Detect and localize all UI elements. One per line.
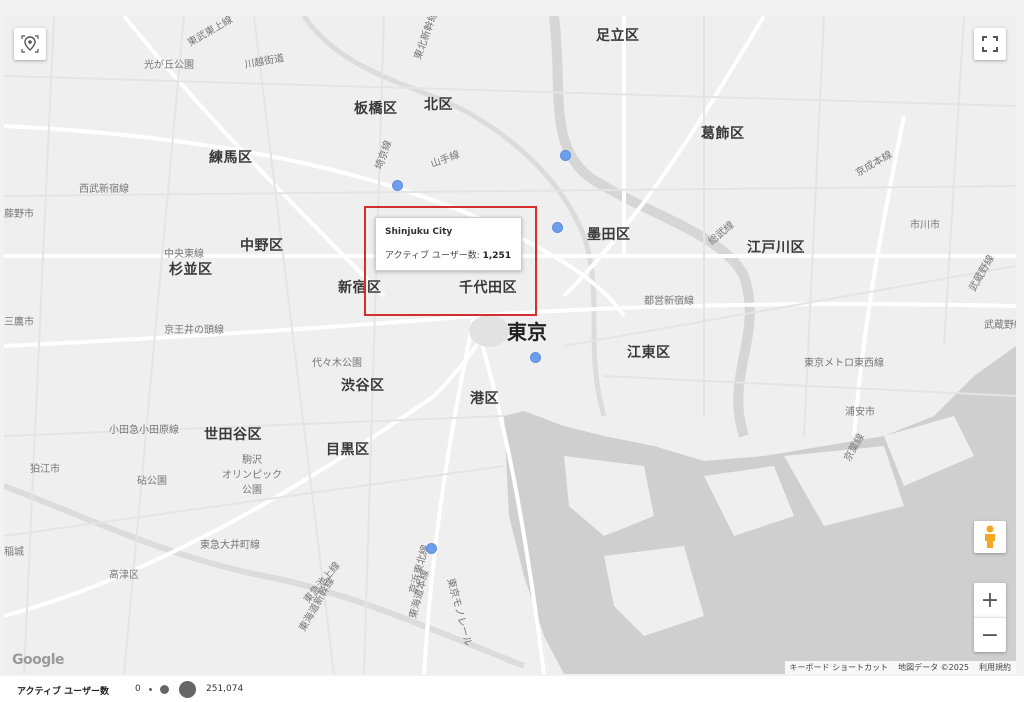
place-label: 代々木公園	[312, 358, 362, 369]
place-label: 光が丘公園	[144, 60, 194, 71]
legend-dot-large	[179, 681, 196, 698]
place-label: 狛江市	[30, 464, 60, 475]
place-label: 高津区	[109, 570, 139, 581]
google-logo: Google	[12, 652, 65, 668]
terms-link[interactable]: 利用規約	[974, 662, 1016, 673]
place-label: 東京	[507, 320, 547, 344]
place-label: 武蔵野線	[984, 320, 1016, 331]
place-label: 墨田区	[587, 227, 631, 243]
map-canvas[interactable]: 足立区 板橋区 北区 葛飾区 練馬区 中野区 杉並区 新宿区 千代田区 墨田区 江戸川区 江東区 渋谷区…	[4, 16, 1016, 674]
place-label: 砧公園	[137, 476, 167, 487]
place-label: 浦安市	[845, 407, 875, 418]
place-label: 西武新宿線	[79, 184, 129, 195]
place-label: 足立区	[596, 28, 640, 44]
zoom-in-label: +	[980, 587, 1000, 613]
place-label: 葛飾区	[701, 126, 745, 142]
place-label: 京王井の頭線	[164, 325, 224, 336]
street-view-button[interactable]	[974, 521, 1006, 553]
place-label: 市川市	[910, 220, 940, 231]
tooltip-highlight-box	[364, 206, 537, 316]
place-label: 練馬区	[209, 150, 253, 166]
fullscreen-button[interactable]	[974, 28, 1006, 60]
place-label: 都営新宿線	[644, 296, 694, 307]
zoom-out-label: −	[980, 622, 1000, 648]
place-label: 渋谷区	[341, 378, 385, 394]
place-label: 藤野市	[4, 209, 34, 220]
place-label: 中央東線	[164, 249, 204, 260]
legend-label: アクティブ ユーザー数	[17, 687, 109, 697]
map-marker[interactable]	[392, 180, 403, 191]
place-label: 東京メトロ東西線	[804, 358, 884, 369]
place-label: 港区	[470, 391, 499, 407]
place-label: 北区	[424, 97, 453, 113]
map-basemap	[4, 16, 1016, 674]
place-label: 江東区	[627, 345, 671, 361]
place-label: 江戸川区	[747, 240, 805, 256]
zoom-in-button[interactable]: +	[974, 583, 1006, 617]
map-data-text: 地図データ ©2025	[898, 663, 969, 672]
legend-dot-small	[149, 688, 152, 691]
place-label: 駒沢 オリンピック 公園	[222, 455, 282, 496]
legend-min: 0	[135, 684, 141, 694]
map-marker[interactable]	[560, 150, 571, 161]
fullscreen-icon	[982, 36, 998, 52]
locate-button[interactable]	[14, 28, 46, 60]
place-label: 三鷹市	[4, 317, 34, 328]
place-label: 小田急小田原線	[109, 425, 179, 436]
place-label: 目黒区	[326, 442, 370, 458]
map-marker[interactable]	[552, 222, 563, 233]
place-label: 中野区	[240, 238, 284, 254]
legend-dot-medium	[160, 685, 169, 694]
place-label: 稲城	[4, 547, 24, 558]
zoom-out-button[interactable]: −	[974, 617, 1006, 652]
legend-max: 251,074	[206, 684, 244, 694]
locate-icon	[21, 35, 39, 53]
place-label: 世田谷区	[204, 427, 262, 443]
map-marker[interactable]	[530, 352, 541, 363]
place-label: 杉並区	[169, 262, 213, 278]
map-marker[interactable]	[426, 543, 437, 554]
place-label: 板橋区	[354, 101, 398, 117]
place-label: 東急大井町線	[200, 540, 260, 551]
size-legend: アクティブ ユーザー数 0 251,074	[0, 676, 1024, 702]
pegman-icon	[985, 525, 995, 548]
keyboard-shortcuts-link[interactable]: キーボード ショートカット	[785, 662, 894, 673]
map-attribution: キーボード ショートカット 地図データ ©2025 利用規約	[784, 661, 1016, 674]
